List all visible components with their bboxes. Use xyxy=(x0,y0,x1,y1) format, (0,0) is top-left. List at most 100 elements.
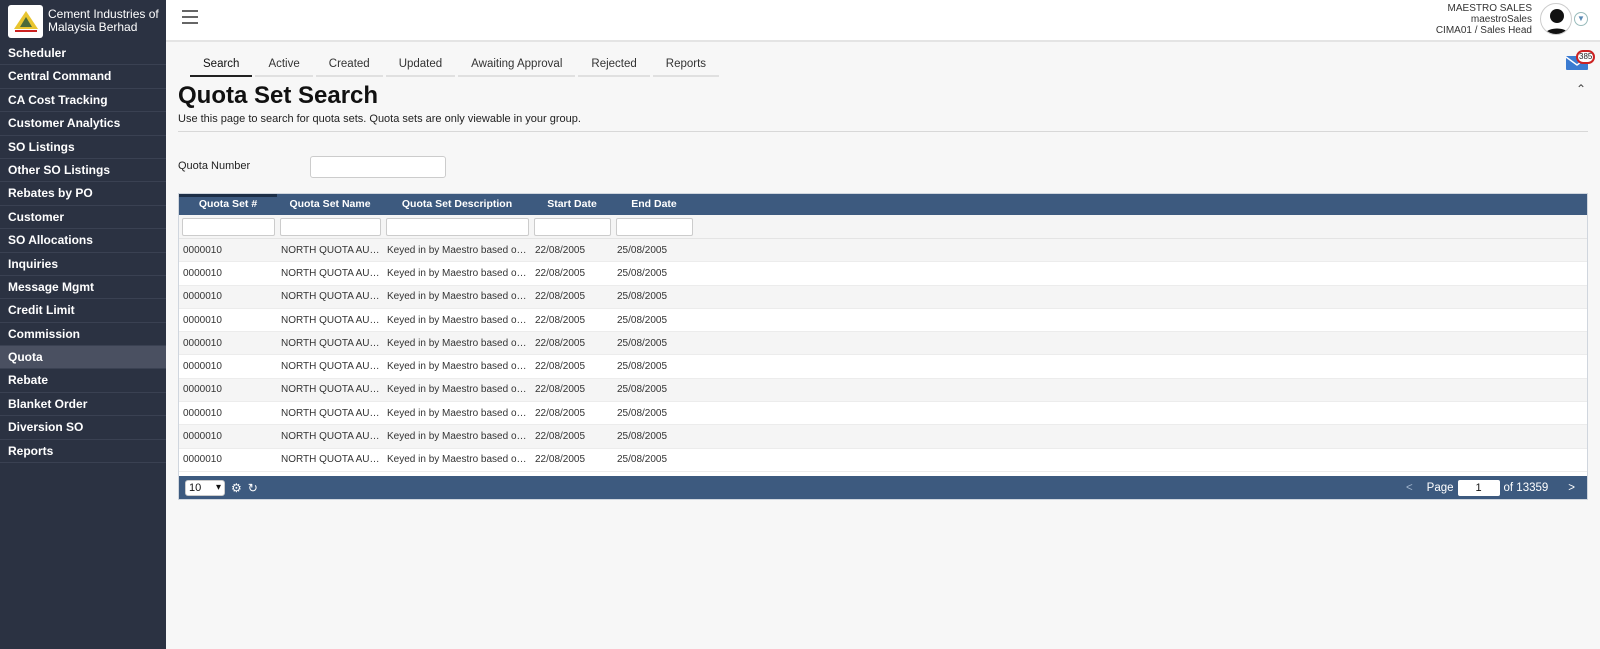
tab-updated[interactable]: Updated xyxy=(385,54,456,77)
brand[interactable]: Cement Industries of Malaysia Berhad xyxy=(0,0,166,42)
next-page-button[interactable]: > xyxy=(1568,482,1575,494)
table-row[interactable]: 0000010 NORTH QUOTA AUGUST 2005 Keyed in b… xyxy=(179,309,1587,333)
column-header-quota-set-description[interactable]: Quota Set Description xyxy=(383,194,531,215)
sidebar-item-diversion-so[interactable]: Diversion SO xyxy=(0,416,166,440)
tab-rejected[interactable]: Rejected xyxy=(578,54,650,77)
grid-filter-row xyxy=(179,215,1587,239)
sidebar-item-inquiries[interactable]: Inquiries xyxy=(0,253,166,276)
sidebar-item-rebates-by-po[interactable]: Rebates by PO xyxy=(0,182,166,206)
title-divider xyxy=(178,131,1588,132)
column-header-quota-set-name[interactable]: Quota Set Name xyxy=(277,194,383,215)
refresh-icon[interactable]: ↻ xyxy=(248,481,258,495)
table-cell: NORTH QUOTA AUGUST 2005 xyxy=(281,267,383,279)
sidebar-item-customer[interactable]: Customer xyxy=(0,206,166,230)
menu-toggle-icon[interactable] xyxy=(182,10,198,24)
table-cell: 0000010 xyxy=(183,244,222,256)
table-cell: 25/08/2005 xyxy=(617,337,668,349)
table-row[interactable]: 0000010 NORTH QUOTA AUGUST 2005 Keyed in b… xyxy=(179,239,1587,263)
quota-number-label: Quota Number xyxy=(178,160,251,172)
tab-active[interactable]: Active xyxy=(255,54,313,77)
column-filter-input[interactable] xyxy=(386,217,529,236)
page-label: Page xyxy=(1426,481,1454,494)
table-cell: NORTH QUOTA AUGUST 2005 xyxy=(281,454,383,466)
table-row[interactable]: 0000010 NORTH QUOTA AUGUST 2005 Keyed in b… xyxy=(179,285,1587,309)
table-cell: NORTH QUOTA AUGUST 2005 xyxy=(281,431,383,443)
collapse-caret-icon[interactable]: ⌃ xyxy=(1576,82,1586,96)
quota-number-input[interactable] xyxy=(310,156,446,178)
sidebar-item-ca-cost-tracking[interactable]: CA Cost Tracking xyxy=(0,89,166,113)
company-name-line2: Malaysia Berhad xyxy=(48,20,138,34)
column-filter-input[interactable] xyxy=(182,217,275,236)
tab-reports[interactable]: Reports xyxy=(652,54,720,77)
table-row[interactable]: 0000010 NORTH QUOTA AUGUST 2005 Keyed in b… xyxy=(179,332,1587,356)
tab-created[interactable]: Created xyxy=(315,54,383,77)
grid-body: 0000010 NORTH QUOTA AUGUST 2005 Keyed in b… xyxy=(179,239,1587,472)
sidebar-item-central-command[interactable]: Central Command xyxy=(0,65,166,89)
page-size-select[interactable]: 10 xyxy=(185,479,225,496)
sidebar-item-quota[interactable]: Quota xyxy=(0,346,166,370)
table-cell: Keyed in by Maestro based on data xyxy=(387,337,531,349)
tab-awaiting-approval[interactable]: Awaiting Approval xyxy=(458,54,576,77)
table-cell: NORTH QUOTA AUGUST 2005 xyxy=(281,291,383,303)
column-filter-input[interactable] xyxy=(534,217,611,236)
table-cell: 22/08/2005 xyxy=(535,454,586,466)
table-cell: Keyed in by Maestro based on data xyxy=(387,431,531,443)
page-number-input[interactable]: 1 xyxy=(1457,479,1500,496)
sidebar-item-commission[interactable]: Commission xyxy=(0,323,166,347)
table-row[interactable]: 0000010 NORTH QUOTA AUGUST 2005 Keyed in b… xyxy=(179,355,1587,379)
table-row[interactable]: 0000010 NORTH QUOTA AUGUST 2005 Keyed in b… xyxy=(179,425,1587,449)
table-cell: NORTH QUOTA AUGUST 2005 xyxy=(281,337,383,349)
sidebar-item-scheduler[interactable]: Scheduler xyxy=(0,42,166,66)
table-cell: 25/08/2005 xyxy=(617,291,668,303)
table-cell: 25/08/2005 xyxy=(617,361,668,373)
sidebar-item-credit-limit[interactable]: Credit Limit xyxy=(0,299,166,323)
table-cell: Keyed in by Maestro based on data xyxy=(387,314,531,326)
sidebar-item-so-listings[interactable]: SO Listings xyxy=(0,136,166,159)
table-cell: 22/08/2005 xyxy=(535,337,586,349)
table-cell: NORTH QUOTA AUGUST 2005 xyxy=(281,361,383,373)
table-row[interactable]: 0000010 NORTH QUOTA AUGUST 2005 Keyed in b… xyxy=(179,262,1587,286)
table-row[interactable]: 0000010 NORTH QUOTA AUGUST 2005 Keyed in b… xyxy=(179,378,1587,403)
company-name: Cement Industries of Malaysia Berhad xyxy=(48,8,159,34)
table-cell: 0000010 xyxy=(183,384,222,396)
column-header-quota-set-[interactable]: Quota Set # xyxy=(179,194,277,215)
table-cell: Keyed in by Maestro based on data xyxy=(387,291,531,303)
table-cell: 22/08/2005 xyxy=(535,244,586,256)
sidebar-item-customer-analytics[interactable]: Customer Analytics xyxy=(0,112,166,136)
column-header-end-date[interactable]: End Date xyxy=(613,194,695,215)
column-filter-input[interactable] xyxy=(616,217,693,236)
table-cell: 0000010 xyxy=(183,291,222,303)
table-row[interactable]: 0000010 NORTH QUOTA AUGUST 2005 Keyed in b… xyxy=(179,402,1587,426)
table-row[interactable]: 0000010 NORTH QUOTA AUGUST 2005 Keyed in b… xyxy=(179,449,1587,472)
column-header-start-date[interactable]: Start Date xyxy=(531,194,613,215)
column-filter-input[interactable] xyxy=(280,217,381,236)
table-cell: 25/08/2005 xyxy=(617,407,668,419)
table-cell: NORTH QUOTA AUGUST 2005 xyxy=(281,314,383,326)
table-cell: Keyed in by Maestro based on data xyxy=(387,454,531,466)
table-cell: 0000010 xyxy=(183,361,222,373)
sidebar-item-message-mgmt[interactable]: Message Mgmt xyxy=(0,276,166,300)
sidebar-item-blanket-order[interactable]: Blanket Order xyxy=(0,393,166,417)
table-cell: 22/08/2005 xyxy=(535,267,586,279)
sidebar-item-other-so-listings[interactable]: Other SO Listings xyxy=(0,159,166,183)
tab-search[interactable]: Search xyxy=(190,54,253,77)
table-cell: Keyed in by Maestro based on data xyxy=(387,361,531,373)
sidebar-item-reports[interactable]: Reports xyxy=(0,440,166,464)
quota-set-grid: Quota Set # Quota Set Name Quota Set Descr… xyxy=(178,193,1588,500)
sidebar: Cement Industries of Malaysia Berhad Sch… xyxy=(0,0,166,649)
prev-page-button[interactable]: < xyxy=(1406,482,1413,494)
table-cell: Keyed in by Maestro based on data xyxy=(387,407,531,419)
top-bar: MAESTRO SALES maestroSales CIMA01 / Sale… xyxy=(166,0,1600,42)
gear-icon[interactable]: ⚙ xyxy=(231,481,242,495)
sidebar-item-so-allocations[interactable]: SO Allocations xyxy=(0,229,166,253)
table-cell: NORTH QUOTA AUGUST 2005 xyxy=(281,384,383,396)
company-logo xyxy=(8,4,43,38)
table-cell: 22/08/2005 xyxy=(535,431,586,443)
avatar[interactable] xyxy=(1540,3,1572,35)
table-cell: 25/08/2005 xyxy=(617,384,668,396)
page-title: Quota Set Search xyxy=(178,82,379,109)
table-cell: 25/08/2005 xyxy=(617,314,668,326)
mail-count-badge: 385 xyxy=(1576,50,1596,64)
sidebar-item-rebate[interactable]: Rebate xyxy=(0,369,166,393)
chevron-down-icon[interactable]: ▼ xyxy=(1574,12,1588,26)
